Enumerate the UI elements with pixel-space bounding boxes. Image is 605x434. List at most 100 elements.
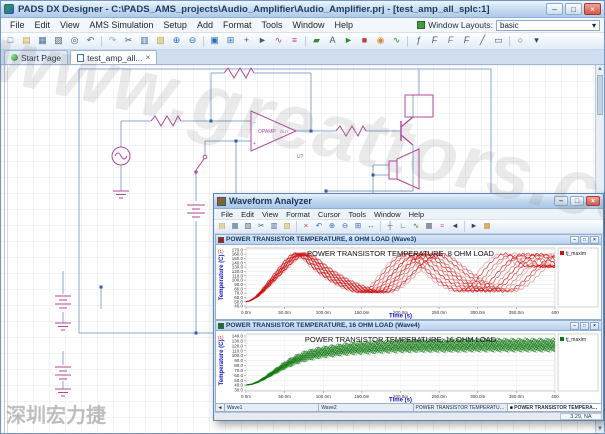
- tab-wave4[interactable]: ■ POWER TRANSISTOR TEMPERATURE, 16 OHM L…: [508, 403, 602, 412]
- menu-edit[interactable]: Edit: [30, 20, 56, 30]
- function-icon[interactable]: ƒ: [411, 34, 426, 48]
- redo-icon[interactable]: ↷: [105, 34, 120, 48]
- bus-icon[interactable]: ≡: [287, 34, 302, 48]
- close-button[interactable]: ×: [586, 196, 600, 206]
- open-icon[interactable]: ▤: [19, 34, 34, 48]
- wave4-chart[interactable]: 140.0130.0120.0110.0100.090.080.070.060.…: [215, 331, 602, 404]
- delete-icon[interactable]: ×: [300, 221, 312, 232]
- overlay-icon[interactable]: ≈: [436, 221, 448, 232]
- cursor-icon[interactable]: ┼: [384, 221, 396, 232]
- transistor-symbol[interactable]: [401, 117, 413, 145]
- cut-icon[interactable]: ✂: [255, 221, 267, 232]
- menu-view[interactable]: View: [258, 210, 282, 219]
- zoom-out-icon[interactable]: ⊖: [185, 34, 200, 48]
- print-icon[interactable]: ▨: [242, 221, 254, 232]
- resistor-symbol[interactable]: [151, 116, 181, 126]
- maximize-button[interactable]: □: [565, 3, 582, 15]
- paste-icon[interactable]: ▧: [281, 221, 293, 232]
- undo-icon[interactable]: ↶: [83, 34, 98, 48]
- copy-icon[interactable]: ▥: [137, 34, 152, 48]
- zoom-fit-icon[interactable]: ⊞: [223, 34, 238, 48]
- menu-format[interactable]: Format: [218, 20, 257, 30]
- minimize-button[interactable]: –: [570, 236, 579, 244]
- battery-symbol[interactable]: [55, 367, 71, 379]
- speaker-symbol[interactable]: [389, 149, 419, 189]
- save-icon[interactable]: ▦: [35, 34, 50, 48]
- prev-icon[interactable]: ◄: [449, 221, 461, 232]
- tab-schematic-doc[interactable]: test_amp_all... ×: [70, 50, 157, 64]
- maximize-button[interactable]: □: [580, 236, 589, 244]
- thermal-model-box[interactable]: [405, 95, 433, 117]
- menu-ams-simulation[interactable]: AMS Simulation: [84, 20, 158, 30]
- menu-help[interactable]: Help: [405, 210, 428, 219]
- close-button[interactable]: ×: [590, 322, 599, 330]
- menu-window[interactable]: Window: [370, 210, 405, 219]
- select-icon[interactable]: ►: [255, 34, 270, 48]
- draw-line-icon[interactable]: ╱: [475, 34, 490, 48]
- grid-icon[interactable]: ▦: [423, 221, 435, 232]
- tab-scroll-left[interactable]: ◄: [215, 403, 225, 412]
- menu-file[interactable]: File: [5, 20, 30, 30]
- save-icon[interactable]: ▦: [229, 221, 241, 232]
- waveform-titlebar[interactable]: Waveform Analyzer –□×: [214, 194, 603, 209]
- wave3-chart[interactable]: 170.0160.0150.0140.0130.0120.0110.0100.0…: [215, 245, 602, 320]
- menu-view[interactable]: View: [55, 20, 84, 30]
- menu-add[interactable]: Add: [192, 20, 218, 30]
- ground-symbol[interactable]: [55, 389, 71, 396]
- wave4-titlebar[interactable]: POWER TRANSISTOR TEMPERATURE, 16 OHM LOA…: [215, 320, 602, 331]
- draw-circle-icon[interactable]: ○: [513, 34, 528, 48]
- zoom-in-icon[interactable]: ⊕: [169, 34, 184, 48]
- tab-wave2[interactable]: Wave2: [319, 403, 413, 412]
- font-tool-1-icon[interactable]: F: [427, 34, 442, 48]
- menu-tools[interactable]: Tools: [344, 210, 370, 219]
- minimize-button[interactable]: –: [570, 322, 579, 330]
- zoom-window-icon[interactable]: ▣: [207, 34, 222, 48]
- colors-icon[interactable]: ▩: [481, 221, 493, 232]
- probe-icon[interactable]: ◉: [373, 34, 388, 48]
- menu-setup[interactable]: Setup: [158, 20, 192, 30]
- text-icon[interactable]: A: [325, 34, 340, 48]
- battery-symbol[interactable]: [187, 205, 205, 217]
- add-part-icon[interactable]: ▰: [309, 34, 324, 48]
- overflow-icon[interactable]: ▾: [529, 34, 544, 48]
- menu-file[interactable]: File: [217, 210, 237, 219]
- maximize-button[interactable]: □: [580, 322, 589, 330]
- wave-icon[interactable]: ∿: [389, 34, 404, 48]
- menu-cursor[interactable]: Cursor: [314, 210, 345, 219]
- close-button[interactable]: ×: [590, 236, 599, 244]
- opamp-symbol[interactable]: OPAMP OUT − + U?: [251, 111, 304, 160]
- print-icon[interactable]: ▨: [51, 34, 66, 48]
- pan-icon[interactable]: +: [239, 34, 254, 48]
- add-wave-icon[interactable]: ∿: [410, 221, 422, 232]
- wave3-titlebar[interactable]: POWER TRANSISTOR TEMPERATURE, 8 OHM LOAD…: [215, 234, 602, 245]
- paste-icon[interactable]: ▧: [153, 34, 168, 48]
- find-icon[interactable]: ◎: [67, 34, 82, 48]
- undo-icon[interactable]: ↶: [313, 221, 325, 232]
- zoom-x-icon[interactable]: ↔: [365, 221, 377, 232]
- cut-icon[interactable]: ✂: [121, 34, 136, 48]
- switch-symbol[interactable]: [195, 155, 207, 173]
- panel-splitter[interactable]: [4, 65, 5, 433]
- close-button[interactable]: ×: [584, 3, 601, 15]
- draw-rect-icon[interactable]: ▭: [491, 34, 506, 48]
- menu-tools[interactable]: Tools: [256, 20, 287, 30]
- ac-source-symbol[interactable]: [112, 147, 130, 165]
- ground-symbol[interactable]: [55, 323, 71, 330]
- menu-edit[interactable]: Edit: [237, 210, 258, 219]
- tab-wave1[interactable]: Wave1: [225, 403, 319, 412]
- font-tool-2-icon[interactable]: F: [443, 34, 458, 48]
- close-icon[interactable]: ×: [145, 53, 150, 62]
- font-tool-3-icon[interactable]: F: [459, 34, 474, 48]
- open-icon[interactable]: ▤: [216, 221, 228, 232]
- minimize-button[interactable]: –: [546, 3, 563, 15]
- window-layouts-select[interactable]: basic ▾: [496, 20, 600, 31]
- menu-format[interactable]: Format: [282, 210, 314, 219]
- menu-help[interactable]: Help: [330, 20, 359, 30]
- zoom-fit-icon[interactable]: ⊞: [352, 221, 364, 232]
- resistor-symbol[interactable]: [336, 126, 366, 136]
- next-icon[interactable]: ►: [468, 221, 480, 232]
- zoom-in-icon[interactable]: ⊕: [326, 221, 338, 232]
- tab-start-page[interactable]: Start Page: [4, 50, 68, 64]
- battery-symbol[interactable]: [55, 296, 71, 308]
- new-icon[interactable]: □: [3, 34, 18, 48]
